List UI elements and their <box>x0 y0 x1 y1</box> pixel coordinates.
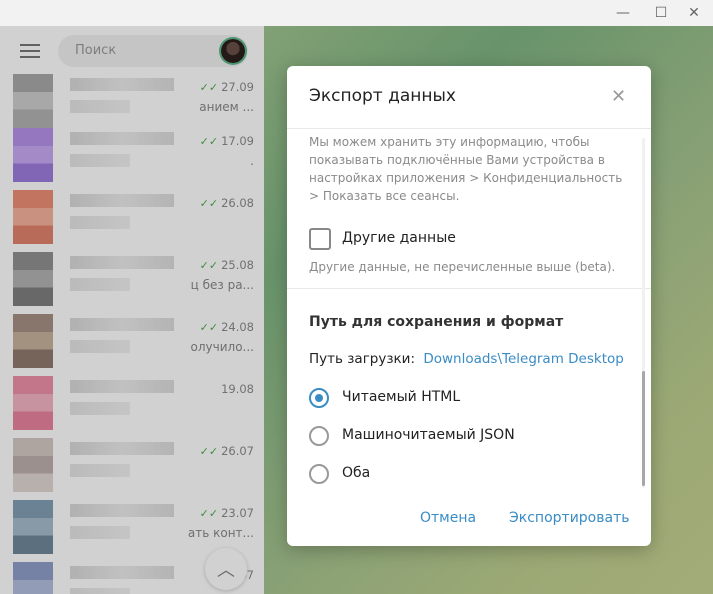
section-divider <box>287 288 651 289</box>
export-button[interactable]: Экспортировать <box>509 510 629 526</box>
export-data-dialog: Экспорт данных ✕ Мы можем хранить эту ин… <box>287 66 651 546</box>
info-text: Мы можем хранить эту информацию, чтобы п… <box>309 135 623 203</box>
path-link[interactable]: Downloads\Telegram Desktop <box>423 351 624 367</box>
dialog-scrollbar-thumb[interactable] <box>642 371 645 486</box>
other-data-label[interactable]: Другие данные <box>342 230 456 246</box>
dialog-title: Экспорт данных <box>309 86 456 106</box>
close-icon[interactable]: ✕ <box>611 86 626 107</box>
minimize-button[interactable]: — <box>604 0 642 26</box>
format-radio-label[interactable]: Оба <box>342 465 370 481</box>
other-data-description: Другие данные, не перечисленные выше (be… <box>309 260 616 274</box>
title-bar: — ☐ ✕ <box>0 0 713 26</box>
header-divider <box>287 128 651 129</box>
format-radio[interactable] <box>309 388 329 408</box>
format-radio[interactable] <box>309 426 329 446</box>
other-data-checkbox[interactable] <box>309 228 331 250</box>
close-window-button[interactable]: ✕ <box>675 0 713 26</box>
path-label: Путь загрузки: <box>309 351 416 367</box>
format-radio[interactable] <box>309 464 329 484</box>
download-path-row: Путь загрузки: Downloads\Telegram Deskto… <box>309 351 624 367</box>
format-radio-label[interactable]: Читаемый HTML <box>342 389 460 405</box>
format-radio-label[interactable]: Машиночитаемый JSON <box>342 427 515 443</box>
cancel-button[interactable]: Отмена <box>420 510 476 526</box>
section-title: Путь для сохранения и формат <box>309 314 564 330</box>
